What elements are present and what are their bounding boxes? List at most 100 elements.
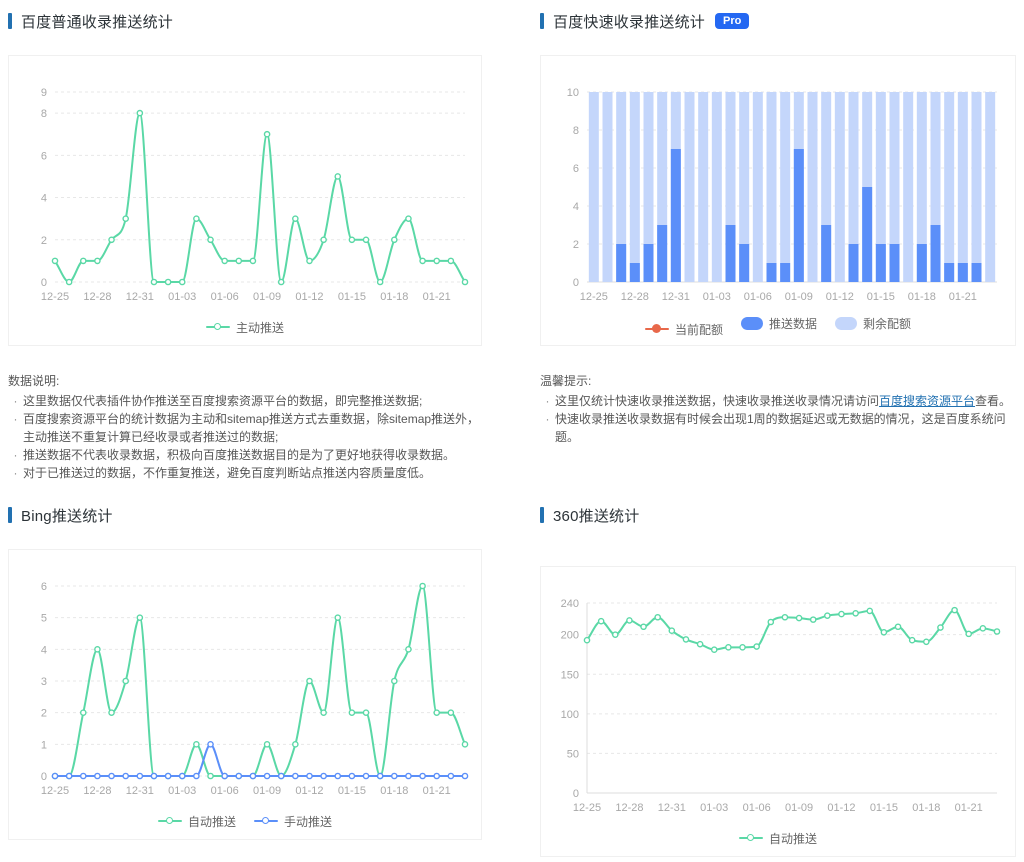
note-item: · 快速收录推送收录数据有时候会出现1周的数据延迟或无数据的情况，这是百度系统问题… xyxy=(540,410,1016,446)
bullet-icon: · xyxy=(13,466,18,480)
svg-text:4: 4 xyxy=(573,201,579,213)
y-axis-labels: 0 2 4 6 8 9 xyxy=(41,87,47,289)
svg-text:01-12: 01-12 xyxy=(826,291,854,303)
notes-data-description: 数据说明: · 这里数据仅代表插件协作推送至百度搜索资源平台的数据，即完整推送数据;… xyxy=(8,372,482,482)
y-axis-labels: 0 2 4 6 8 10 xyxy=(567,87,579,289)
section-title-bing: Bing推送统计 xyxy=(8,504,482,526)
legend-swatch xyxy=(835,317,857,330)
svg-text:4: 4 xyxy=(41,644,47,656)
svg-text:12-28: 12-28 xyxy=(621,291,649,303)
legend-label: 当前配额 xyxy=(674,322,723,337)
svg-text:01-18: 01-18 xyxy=(380,785,408,797)
svg-text:0: 0 xyxy=(41,277,47,289)
x-axis-labels: 12-25 12-28 12-31 01-03 01-06 01-09 01-12 01-15… xyxy=(573,802,983,814)
legend-item-剩余配额[interactable]: 剩余配额 xyxy=(835,315,911,332)
chart-legend: 主动推送 xyxy=(9,315,481,336)
svg-text:4: 4 xyxy=(41,193,47,205)
note-text: 快速收录推送收录数据有时候会出现1周的数据延迟或无数据的情况，这是百度系统问题。 xyxy=(555,412,1006,444)
chart-legend: 自动推送 xyxy=(541,826,1015,847)
svg-text:01-06: 01-06 xyxy=(744,291,772,303)
360-push-svg: 0 50 100 150 200 240 12-25 12-28 12-31 01-03 01-06… xyxy=(561,598,1001,814)
svg-text:8: 8 xyxy=(41,108,47,120)
legend-label: 自动推送 xyxy=(187,814,236,829)
notes-heading: 温馨提示: xyxy=(540,374,592,388)
svg-text:2: 2 xyxy=(41,235,47,247)
notes-heading: 数据说明: xyxy=(8,374,60,388)
svg-text:01-03: 01-03 xyxy=(703,291,731,303)
note-item: · 这里数据仅代表插件协作推送至百度搜索资源平台的数据，即完整推送数据; xyxy=(8,392,482,410)
legend-item-当前配额[interactable]: 当前配额 xyxy=(644,321,723,338)
page-title: 360推送统计 xyxy=(553,507,640,525)
svg-text:01-03: 01-03 xyxy=(168,291,196,303)
360-chart-panel: 0 50 100 150 200 240 12-25 12-28 12-31 01-03 01-06… xyxy=(540,566,1016,857)
baidu-normal-chart-panel: 0 2 4 6 8 9 12-25 12-28 12-31 01-03 01-06 01-09 01-1… xyxy=(8,55,482,346)
svg-text:8: 8 xyxy=(573,125,579,137)
svg-text:6: 6 xyxy=(41,150,47,162)
svg-text:01-21: 01-21 xyxy=(423,291,451,303)
bullet-icon: · xyxy=(545,394,550,408)
svg-text:6: 6 xyxy=(573,163,579,175)
svg-text:01-12: 01-12 xyxy=(295,291,323,303)
legend-item-自动推送[interactable]: 自动推送 xyxy=(157,813,236,830)
svg-text:01-21: 01-21 xyxy=(949,291,977,303)
pro-badge: Pro xyxy=(715,12,750,30)
svg-text:01-15: 01-15 xyxy=(338,291,366,303)
svg-text:100: 100 xyxy=(561,709,579,721)
section-title-baidu-fast: 百度快速收录推送统计 Pro xyxy=(540,10,1016,32)
section-title-360: 360推送统计 xyxy=(540,504,1016,526)
svg-text:12-31: 12-31 xyxy=(658,802,686,814)
svg-text:3: 3 xyxy=(41,676,47,688)
note-item: · 百度搜索资源平台的统计数据为主动和sitemap推送方式去重数据，除sitem… xyxy=(8,410,482,446)
legend-item-手动推送[interactable]: 手动推送 xyxy=(254,813,332,830)
bullet-icon: · xyxy=(13,412,18,426)
note-text: 对于已推送过的数据，不作重复推送，避免百度判断站点推送内容质量度低。 xyxy=(23,466,432,480)
baidu-normal-push-svg: 0 2 4 6 8 9 12-25 12-28 12-31 01-03 01-06 01-09 01-1… xyxy=(41,87,469,303)
page-title: 百度普通收录推送统计 xyxy=(21,13,174,31)
legend-swatch xyxy=(644,324,669,333)
svg-text:200: 200 xyxy=(561,630,579,642)
title-accent-bar xyxy=(8,507,12,523)
bing-chart-panel: 0 1 2 3 4 5 6 12-25 12-28 12-31 01-03 01-06 01-09 01-… xyxy=(8,549,482,840)
legend-item-推送数据[interactable]: 推送数据 xyxy=(740,315,817,332)
grid-lines xyxy=(55,585,465,777)
notes-tips: 温馨提示: · 这里仅统计快速收录推送数据，快速收录推送收录情况请访问百度搜索资源平… xyxy=(540,372,1016,482)
chart-legend: 自动推送 手动推送 xyxy=(9,809,481,830)
bullet-icon: · xyxy=(13,394,18,408)
note-text: 这里仅统计快速收录推送数据，快速收录推送收录情况请访问百度搜索资源平台查看。 xyxy=(555,394,1012,408)
legend-swatch xyxy=(205,323,230,330)
svg-text:01-21: 01-21 xyxy=(423,785,451,797)
svg-text:6: 6 xyxy=(41,581,47,593)
note-text: 这里数据仅代表插件协作推送至百度搜索资源平台的数据，即完整推送数据; xyxy=(23,394,423,408)
legend-swatch xyxy=(740,317,763,330)
svg-text:2: 2 xyxy=(573,239,579,251)
svg-text:12-28: 12-28 xyxy=(615,802,643,814)
svg-text:01-15: 01-15 xyxy=(870,802,898,814)
title-accent-bar xyxy=(540,13,544,29)
legend-item-自动推送[interactable]: 自动推送 xyxy=(738,830,817,847)
svg-text:240: 240 xyxy=(561,598,579,610)
legend-label: 自动推送 xyxy=(768,831,817,846)
note-text: 百度搜索资源平台的统计数据为主动和sitemap推送方式去重数据，除sitema… xyxy=(23,412,480,444)
svg-text:2: 2 xyxy=(41,708,47,720)
baidu-fast-chart-panel: 0 2 4 6 8 10 12-25 12-28 12-31 01-03 01-06 01-09 01-… xyxy=(540,55,1016,346)
svg-text:5: 5 xyxy=(41,613,47,625)
title-accent-bar xyxy=(540,507,544,523)
svg-text:12-31: 12-31 xyxy=(126,785,154,797)
svg-text:01-03: 01-03 xyxy=(168,785,196,797)
svg-text:0: 0 xyxy=(41,771,47,783)
series-自动推送 xyxy=(583,606,1001,654)
legend-label: 剩余配额 xyxy=(863,317,912,331)
svg-text:01-18: 01-18 xyxy=(912,802,940,814)
title-accent-bar xyxy=(8,13,12,29)
note-item: · 对于已推送过的数据，不作重复推送，避免百度判断站点推送内容质量度低。 xyxy=(8,464,482,482)
svg-text:01-12: 01-12 xyxy=(295,785,323,797)
svg-text:01-03: 01-03 xyxy=(700,802,728,814)
chart-legend: 当前配额 推送数据 剩余配额 xyxy=(541,315,1015,338)
x-axis-labels: 12-25 12-28 12-31 01-03 01-06 01-09 01-12 01-15… xyxy=(41,785,451,797)
note-item: · 推送数据不代表收录数据，积极向百度推送数据目的是为了更好地获得收录数据。 xyxy=(8,446,482,464)
baidu-resource-platform-link[interactable]: 百度搜索资源平台 xyxy=(879,394,975,408)
legend-item-主动推送[interactable]: 主动推送 xyxy=(205,319,284,336)
bullet-icon: · xyxy=(13,448,18,462)
svg-text:12-31: 12-31 xyxy=(126,291,154,303)
note-text: 推送数据不代表收录数据，积极向百度推送数据目的是为了更好地获得收录数据。 xyxy=(23,448,456,462)
